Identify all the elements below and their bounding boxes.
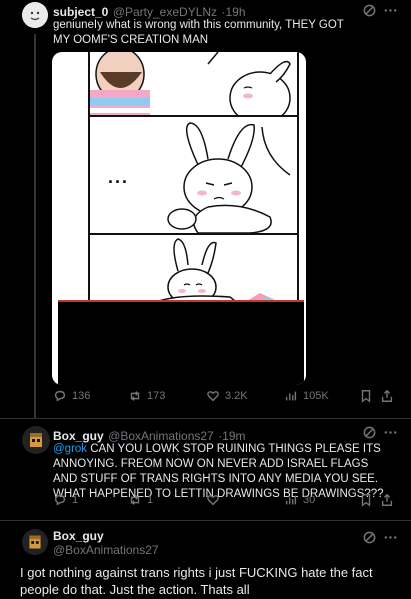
avatar[interactable] [22, 2, 48, 28]
share-icon [381, 493, 393, 506]
mention-link[interactable]: @grok [53, 443, 87, 455]
views-count: 105K [303, 390, 329, 402]
ellipsis-text: ... [108, 167, 130, 187]
avatar[interactable] [22, 426, 50, 454]
reply-text: @grok CAN YOU LOWK STOP RUINING THINGS P… [53, 442, 388, 502]
views-count: 30 [303, 494, 316, 506]
avatar[interactable] [22, 529, 48, 555]
author-name[interactable]: Box_guy [53, 429, 104, 443]
author-handle[interactable]: @BoxAnimations27 [108, 429, 214, 443]
grok-button[interactable] [362, 530, 377, 550]
bookmark-icon [361, 494, 371, 507]
reply-count: 1 [72, 494, 79, 506]
grok-button[interactable] [362, 3, 377, 23]
views-button[interactable]: 30 [284, 493, 315, 507]
grok-icon [363, 531, 376, 544]
comic-illustration-3 [90, 235, 297, 305]
bookmark-icon [361, 390, 371, 403]
thread-line [34, 34, 36, 418]
comic-illustration-1 [90, 52, 297, 115]
comic-panel-1 [88, 52, 299, 117]
reply-body: CAN YOU LOWK STOP RUINING THINGS PLEASE … [53, 443, 384, 500]
like-button[interactable] [206, 493, 220, 507]
author-name[interactable]: Box_guy [53, 529, 104, 543]
more-icon [384, 536, 397, 539]
repost-count: 173 [147, 390, 166, 402]
share-icon [381, 389, 393, 402]
repost-button[interactable]: 173 [128, 389, 165, 403]
more-button[interactable] [383, 3, 398, 23]
more-icon [384, 431, 397, 434]
smiley-avatar-icon [22, 2, 48, 28]
author-handle[interactable]: @BoxAnimations27 [53, 543, 159, 557]
author-handle[interactable]: @Party_exeDYLNz [113, 5, 217, 19]
post-media[interactable]: ... [52, 52, 306, 385]
reply-2[interactable]: Box_guy @BoxAnimations27 I got nothing a… [0, 521, 411, 599]
reply-button[interactable]: 136 [53, 389, 90, 403]
heart-icon [207, 391, 219, 402]
repost-icon [130, 391, 140, 401]
share-button[interactable] [380, 493, 394, 507]
like-count: 3.2K [225, 390, 248, 402]
views-button[interactable]: 105K [284, 389, 329, 403]
post-1[interactable]: subject_0 @Party_exeDYLNz ·19h geniuneIy… [0, 0, 411, 418]
reply-icon [54, 494, 66, 506]
reply-button[interactable]: 1 [53, 493, 78, 507]
repost-button[interactable]: 1 [128, 493, 153, 507]
post-time[interactable]: 19h [226, 5, 246, 19]
bookmark-button[interactable] [359, 493, 373, 507]
redacted-block [58, 300, 304, 385]
post-text: geniuneIy what is wrong with this commun… [53, 19, 344, 46]
reply-text: I got nothing against trans rights i jus… [20, 565, 373, 597]
bookmark-button[interactable] [359, 389, 373, 403]
views-icon [285, 495, 297, 505]
reply-1[interactable]: Box_guy @BoxAnimations27 ·19m @grok CAN … [0, 419, 411, 519]
heart-icon [207, 495, 219, 506]
more-button[interactable] [383, 530, 398, 550]
repost-count: 1 [147, 494, 154, 506]
grok-icon [363, 426, 376, 439]
comic-panel-3 [88, 233, 299, 307]
author-name[interactable]: subject_0 [53, 5, 108, 19]
box-avatar-icon [22, 529, 48, 555]
grok-icon [363, 4, 376, 17]
like-button[interactable]: 3.2K [206, 389, 248, 403]
more-icon [384, 9, 397, 12]
post-time[interactable]: 19m [222, 429, 245, 443]
reply-icon [54, 390, 66, 402]
views-icon [285, 391, 297, 401]
reply-count: 136 [72, 390, 91, 402]
repost-icon [130, 495, 140, 505]
comic-panel-2: ... [88, 115, 299, 235]
box-avatar-icon [22, 426, 50, 454]
share-button[interactable] [380, 389, 394, 403]
